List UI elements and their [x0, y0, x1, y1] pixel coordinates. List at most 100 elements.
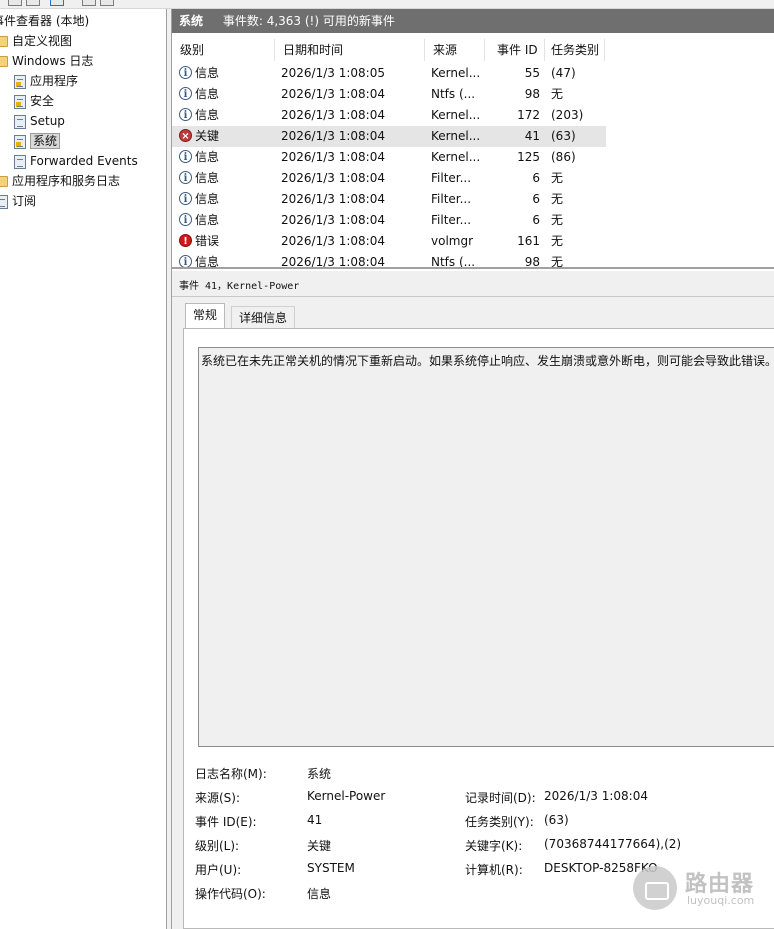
level-cell: i 信息	[179, 252, 274, 267]
table-row[interactable]: ! 错误 2026/1/3 1:08:04 volmgr 161 无	[172, 231, 606, 252]
tab-general[interactable]: 常规	[185, 303, 226, 329]
event-id-cell: 6	[532, 192, 540, 206]
column-header-level[interactable]: 级别	[172, 39, 275, 61]
table-row[interactable]: i 信息 2026/1/3 1:08:04 Filter... 6 无	[172, 189, 606, 210]
tree-item-windows-logs[interactable]: Windows 日志	[0, 51, 93, 71]
task-category-label: 任务类别(Y):	[465, 815, 534, 829]
folder-icon	[0, 56, 8, 67]
folder-icon	[0, 36, 8, 47]
datetime-cell: 2026/1/3 1:08:04	[281, 213, 385, 227]
level-text: 信息	[195, 87, 220, 101]
table-row[interactable]: i 信息 2026/1/3 1:08:04 Kernel... 172 (203)	[172, 105, 606, 126]
log-icon	[14, 74, 26, 89]
table-row[interactable]: × 关键 2026/1/3 1:08:04 Kernel... 41 (63)	[172, 126, 606, 147]
log-title: 系统	[179, 14, 204, 28]
tree-item-label: 应用程序	[30, 74, 79, 88]
info-icon: i	[179, 192, 192, 205]
table-row[interactable]: i 信息 2026/1/3 1:08:04 Ntfs (... 98 无	[172, 84, 606, 105]
event-id-label: 事件 ID(E):	[195, 815, 257, 829]
opcode-value: 信息	[307, 887, 332, 901]
source-cell: Kernel...	[431, 129, 481, 143]
info-icon: i	[179, 171, 192, 184]
info-icon: i	[179, 108, 192, 121]
source-cell: Filter...	[431, 213, 472, 227]
level-label: 级别(L):	[195, 839, 240, 853]
tree-item-forwarded-events[interactable]: Forwarded Events	[14, 151, 138, 171]
tree-item-setup[interactable]: Setup	[14, 111, 65, 131]
error-icon: !	[179, 234, 192, 247]
toolbar-button-icon[interactable]	[100, 0, 114, 6]
table-row[interactable]: i 信息 2026/1/3 1:08:04 Filter... 6 无	[172, 168, 606, 189]
info-icon: i	[179, 150, 192, 163]
tree-item-custom-views[interactable]: 自定义视图	[0, 31, 72, 51]
tree-item-security[interactable]: 安全	[14, 91, 54, 111]
level-cell: i 信息	[179, 105, 274, 126]
table-row[interactable]: i 信息 2026/1/3 1:08:05 Kernel... 55 (47)	[172, 63, 606, 84]
level-cell: × 关键	[179, 126, 274, 147]
keywords-label: 关键字(K):	[465, 839, 523, 853]
toolbar	[0, 0, 774, 9]
log-icon	[14, 134, 26, 149]
datetime-cell: 2026/1/3 1:08:04	[281, 150, 385, 164]
tree-item-label: Setup	[30, 114, 65, 128]
column-header-source[interactable]: 来源	[425, 39, 485, 61]
log-name-value: 系统	[307, 767, 332, 781]
event-detail-pane: 事件 41，Kernel-Power 详细信息 常规 系统已在未先正常关机的情况…	[172, 271, 774, 929]
info-icon: i	[179, 87, 192, 100]
event-count: 事件数: 4,363 (!) 可用的新事件	[222, 14, 395, 28]
source-value: Kernel-Power	[307, 789, 386, 803]
table-row[interactable]: i 信息 2026/1/3 1:08:04 Ntfs (... 98 无	[172, 252, 606, 267]
toolbar-button-icon[interactable]	[50, 0, 64, 6]
table-row[interactable]: i 信息 2026/1/3 1:08:04 Filter... 6 无	[172, 210, 606, 231]
tree-item-subscriptions[interactable]: 订阅	[0, 191, 36, 211]
event-id-cell: 6	[532, 171, 540, 185]
tree-item-label: Forwarded Events	[30, 154, 138, 168]
tree-item-label: 安全	[30, 94, 55, 108]
toolbar-button-icon[interactable]	[8, 0, 22, 6]
task-category-cell: 无	[551, 213, 564, 227]
toolbar-button-icon[interactable]	[26, 0, 40, 6]
task-category-cell: (86)	[551, 150, 576, 164]
level-cell: i 信息	[179, 147, 274, 168]
log-header: 系统 事件数: 4,363 (!) 可用的新事件	[172, 9, 774, 33]
info-icon: i	[179, 213, 192, 226]
event-id-cell: 55	[524, 66, 540, 80]
folder-icon	[0, 176, 8, 187]
source-cell: Filter...	[431, 171, 472, 185]
column-header-datetime[interactable]: 日期和时间	[275, 39, 425, 61]
logged-label: 记录时间(D):	[465, 791, 536, 805]
watermark-url: luyouqi.com	[687, 894, 755, 907]
source-cell: Kernel...	[431, 66, 481, 80]
level-text: 关键	[195, 129, 220, 143]
info-icon: i	[179, 66, 192, 79]
log-icon	[14, 154, 26, 169]
tree-item-app-service-logs[interactable]: 应用程序和服务日志	[0, 171, 120, 191]
tab-details[interactable]: 详细信息	[231, 306, 296, 330]
log-icon	[14, 114, 26, 129]
event-id-cell: 6	[532, 213, 540, 227]
datetime-cell: 2026/1/3 1:08:04	[281, 87, 385, 101]
event-id-cell: 172	[517, 108, 540, 122]
event-description: 系统已在未先正常关机的情况下重新启动。如果系统停止响应、发生崩溃或意外断电，则可…	[201, 354, 774, 368]
event-description-box[interactable]: 系统已在未先正常关机的情况下重新启动。如果系统停止响应、发生崩溃或意外断电，则可…	[198, 347, 774, 747]
level-cell: i 信息	[179, 84, 274, 105]
source-label: 来源(S):	[195, 791, 241, 805]
level-text: 信息	[195, 192, 220, 206]
level-text: 信息	[195, 150, 220, 164]
column-header-task-category[interactable]: 任务类别	[545, 39, 605, 61]
toolbar-button-icon[interactable]	[82, 0, 96, 6]
log-name-label: 日志名称(M):	[195, 767, 267, 781]
column-header-event-id[interactable]: 事件 ID	[485, 39, 545, 61]
log-icon	[0, 194, 8, 209]
tree-item-event-viewer-local[interactable]: 事件查看器 (本地)	[0, 11, 89, 31]
source-cell: Kernel...	[431, 108, 481, 122]
level-text: 信息	[195, 66, 220, 80]
tree-item-system[interactable]: 系统	[14, 131, 61, 151]
user-value: SYSTEM	[307, 861, 355, 875]
table-row[interactable]: i 信息 2026/1/3 1:08:04 Kernel... 125 (86)	[172, 147, 606, 168]
event-list: 级别 日期和时间 来源 事件 ID 任务类别 i 信息 2026/1/3 1:08:…	[172, 33, 774, 269]
datetime-cell: 2026/1/3 1:08:04	[281, 171, 385, 185]
tree-item-application[interactable]: 应用程序	[14, 71, 78, 91]
tree-item-label: 订阅	[12, 194, 37, 208]
computer-label: 计算机(R):	[465, 863, 523, 877]
